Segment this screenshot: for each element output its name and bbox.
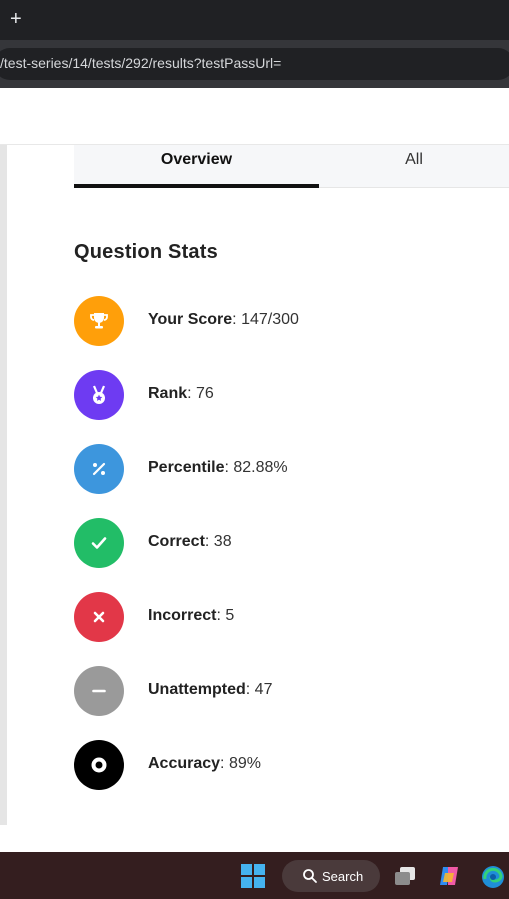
stat-row-percentile: Percentile: 82.88% xyxy=(74,444,494,494)
results-page: Overview All Question Stats Your Score: … xyxy=(0,145,509,852)
stat-text-score: Your Score: 147/300 xyxy=(148,311,299,329)
address-url: /test-series/14/tests/292/results?testPa… xyxy=(0,55,282,71)
minus-icon xyxy=(74,666,124,716)
medal-icon xyxy=(74,370,124,420)
search-icon xyxy=(303,869,317,883)
stat-label: Correct xyxy=(148,533,205,550)
stat-row-correct: Correct: 38 xyxy=(74,518,494,568)
stat-text-unattempted: Unattempted: 47 xyxy=(148,681,272,699)
edge-browser-icon[interactable] xyxy=(480,864,504,888)
trophy-icon xyxy=(74,296,124,346)
address-bar[interactable]: /test-series/14/tests/292/results?testPa… xyxy=(0,48,509,80)
taskbar: Search xyxy=(0,852,509,899)
stat-separator: : xyxy=(220,755,229,772)
stat-row-unattempted: Unattempted: 47 xyxy=(74,666,494,716)
stat-label: Rank xyxy=(148,385,188,402)
windows-start-button[interactable] xyxy=(241,864,265,888)
stat-text-incorrect: Incorrect: 5 xyxy=(148,607,234,625)
stat-text-rank: Rank: 76 xyxy=(148,385,214,403)
stat-label: Incorrect xyxy=(148,607,217,624)
stat-separator: : xyxy=(204,533,214,550)
taskbar-search-button[interactable]: Search xyxy=(282,860,380,892)
stat-text-correct: Correct: 38 xyxy=(148,533,232,551)
stat-value: 147/300 xyxy=(241,311,299,328)
tab-overview[interactable]: Overview xyxy=(74,145,319,187)
stat-label: Your Score xyxy=(148,311,233,328)
question-stats-title: Question Stats xyxy=(74,241,218,263)
stat-row-score: Your Score: 147/300 xyxy=(74,296,494,346)
stat-row-rank: Rank: 76 xyxy=(74,370,494,420)
stat-value: 76 xyxy=(196,385,214,402)
percent-icon xyxy=(74,444,124,494)
check-icon xyxy=(74,518,124,568)
new-tab-button[interactable]: + xyxy=(10,8,28,30)
page-header xyxy=(0,88,509,145)
stat-label: Percentile xyxy=(148,459,225,476)
stat-label: Accuracy xyxy=(148,755,221,772)
stat-value: 47 xyxy=(254,681,273,698)
tab-all[interactable]: All xyxy=(319,145,509,187)
stat-value: 5 xyxy=(225,607,235,624)
stat-value: 38 xyxy=(213,533,232,550)
browser-tab-strip: + xyxy=(0,0,509,40)
copilot-icon[interactable] xyxy=(437,864,461,888)
taskbar-search-label: Search xyxy=(322,869,364,884)
cross-icon xyxy=(74,592,124,642)
stat-separator: : xyxy=(232,311,242,328)
stat-row-accuracy: Accuracy: 89% xyxy=(74,740,494,790)
stat-value: 82.88% xyxy=(233,459,288,476)
stat-separator: : xyxy=(245,681,255,698)
stat-label: Unattempted xyxy=(148,681,246,698)
stat-row-incorrect: Incorrect: 5 xyxy=(74,592,494,642)
left-scrollbar[interactable] xyxy=(0,145,7,825)
stat-text-accuracy: Accuracy: 89% xyxy=(148,755,261,773)
active-tab-indicator xyxy=(74,184,319,188)
stat-separator: : xyxy=(187,385,197,402)
stat-text-percentile: Percentile: 82.88% xyxy=(148,459,288,477)
results-tabs: Overview All xyxy=(74,145,509,188)
stat-value: 89% xyxy=(228,755,261,772)
browser-toolbar: /test-series/14/tests/292/results?testPa… xyxy=(0,40,509,88)
task-view-icon[interactable] xyxy=(393,864,417,888)
target-icon xyxy=(74,740,124,790)
